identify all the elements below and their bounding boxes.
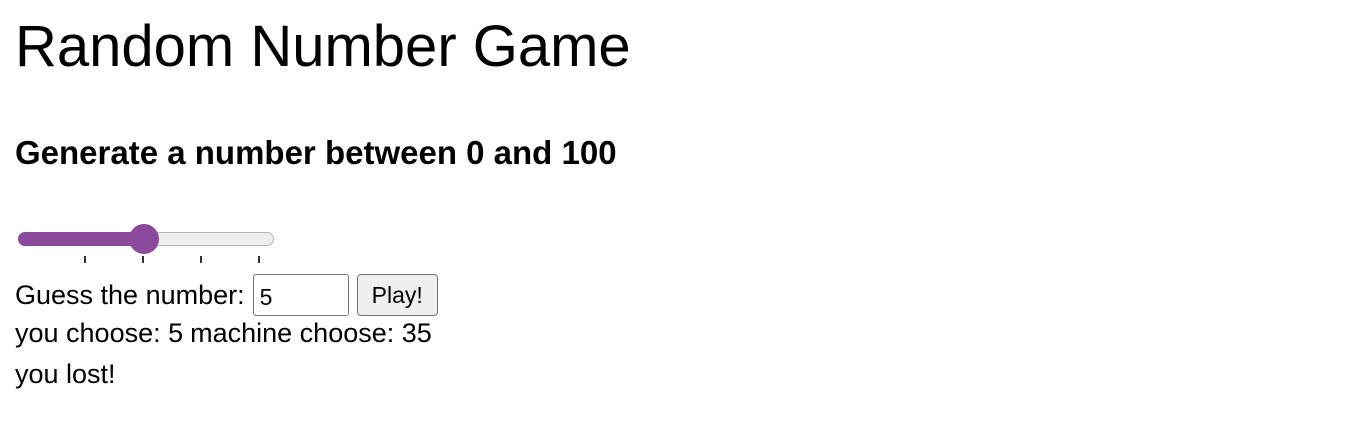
slider-tick (258, 256, 260, 263)
slider-tick (84, 256, 86, 263)
page-subtitle: Generate a number between 0 and 100 (15, 134, 617, 171)
choice-line: you choose: 5 machine choose: 35 (15, 313, 432, 353)
guess-label: Guess the number: (15, 280, 245, 310)
guess-input[interactable] (252, 274, 349, 316)
outcome-text: you lost! (15, 359, 116, 389)
guess-row: Guess the number: Play! (15, 274, 438, 316)
machine-choice-text: machine choose: 35 (190, 318, 432, 348)
play-button[interactable]: Play! (356, 274, 438, 316)
slider-tick (200, 256, 202, 263)
range-slider[interactable] (18, 222, 276, 266)
slider-thumb[interactable] (129, 224, 159, 254)
page-title: Random Number Game (15, 14, 631, 79)
slider-fill (18, 232, 144, 246)
game-page: Random Number Game Generate a number bet… (15, 0, 1370, 440)
slider-tick (142, 256, 144, 263)
user-choice-text: you choose: 5 (15, 318, 184, 348)
